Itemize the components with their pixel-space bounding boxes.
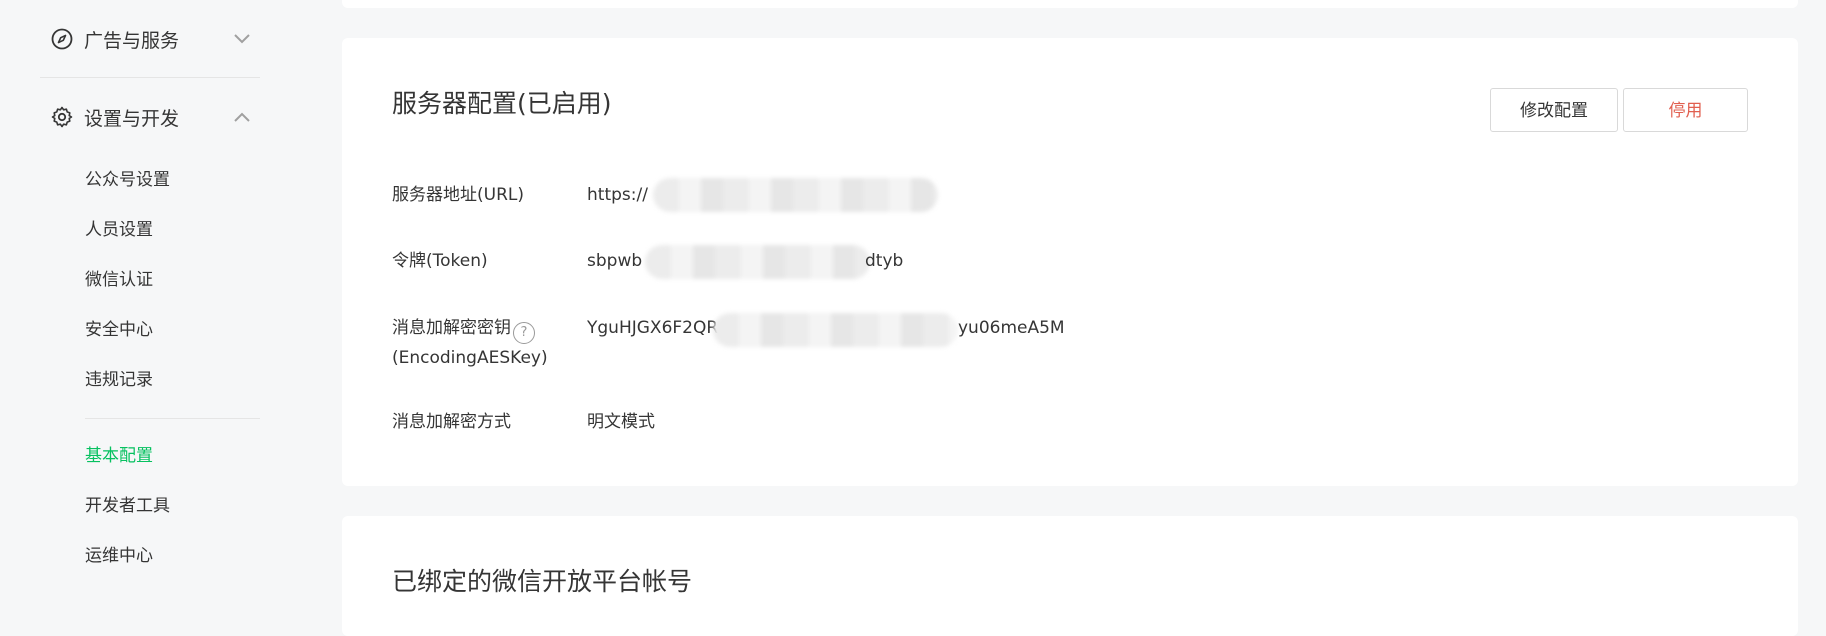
help-icon[interactable]: ?	[513, 322, 535, 344]
sidebar-divider	[40, 77, 260, 78]
sidebar: 广告与服务 设置与开发 公众号设置 人员设置 微信认证 安全中心 违规记录 基本…	[0, 0, 300, 592]
modify-config-button[interactable]: 修改配置	[1490, 88, 1618, 132]
chevron-up-icon	[232, 107, 252, 127]
sidebar-group-settings[interactable]: 设置与开发	[50, 102, 260, 132]
aes-key-label-line1: 消息加解密密钥	[392, 318, 511, 338]
server-config-title: 服务器配置(已启用)	[392, 89, 612, 118]
sidebar-item-violations[interactable]: 违规记录	[85, 367, 153, 393]
sidebar-item-security[interactable]: 安全中心	[85, 317, 153, 343]
sidebar-item-ops-center[interactable]: 运维中心	[85, 543, 153, 569]
redacted-token	[645, 245, 870, 279]
aes-key-prefix: YguHJGX6F2QR	[587, 318, 719, 338]
encrypt-mode-value: 明文模式	[587, 412, 655, 432]
bound-accounts-title: 已绑定的微信开放平台帐号	[392, 567, 693, 596]
sidebar-group-ads-label: 广告与服务	[84, 29, 180, 52]
sidebar-item-staff-settings[interactable]: 人员设置	[85, 217, 153, 243]
encrypt-mode-label: 消息加解密方式	[392, 412, 511, 432]
sidebar-group-ads[interactable]: 广告与服务	[50, 24, 260, 54]
aes-key-label-line2: (EncodingAESKey)	[392, 348, 548, 368]
sidebar-item-account-settings[interactable]: 公众号设置	[85, 167, 170, 193]
aes-key-suffix: yu06meA5M	[958, 318, 1065, 338]
chevron-down-icon	[232, 29, 252, 49]
url-label: 服务器地址(URL)	[392, 185, 524, 205]
token-suffix: dtyb	[865, 251, 904, 271]
sidebar-item-dev-tools[interactable]: 开发者工具	[85, 493, 170, 519]
url-value: https://	[587, 185, 648, 205]
sidebar-group-settings-label: 设置与开发	[84, 107, 180, 130]
sidebar-divider	[85, 418, 260, 419]
sidebar-item-wechat-verify[interactable]: 微信认证	[85, 267, 153, 293]
previous-card	[342, 0, 1798, 8]
compass-icon	[50, 27, 74, 51]
disable-button[interactable]: 停用	[1623, 88, 1748, 132]
aes-key-label: 消息加解密密钥? (EncodingAESKey)	[392, 314, 548, 372]
gear-icon	[50, 105, 74, 129]
redacted-url	[653, 178, 938, 212]
token-prefix: sbpwb	[587, 251, 643, 271]
token-label: 令牌(Token)	[392, 251, 488, 271]
redacted-aes-key	[713, 313, 958, 347]
sidebar-item-basic-config[interactable]: 基本配置	[85, 443, 153, 469]
